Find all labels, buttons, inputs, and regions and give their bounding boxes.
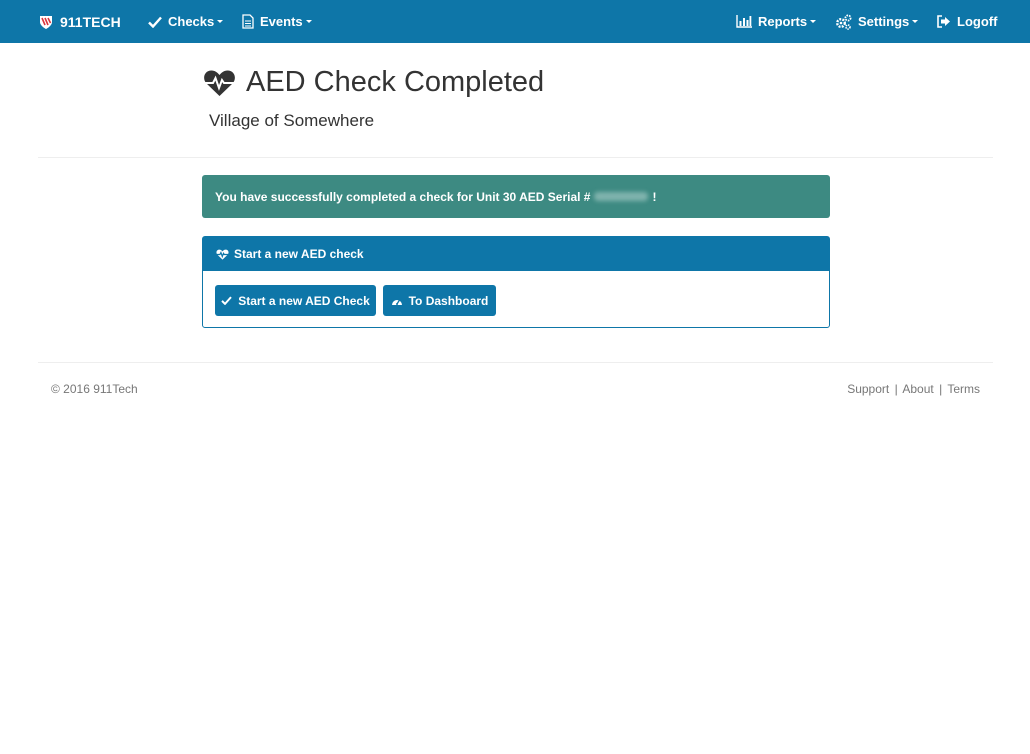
start-new-aed-check-label: Start a new AED Check (238, 293, 370, 308)
footer-separator: | (894, 382, 898, 396)
shield-flag-icon (40, 15, 52, 29)
check-icon (221, 296, 232, 305)
chevron-down-icon (912, 20, 919, 23)
to-dashboard-button[interactable]: To Dashboard (383, 285, 496, 316)
panel-heading-text: Start a new AED check (234, 247, 364, 261)
organization-name: Village of Somewhere (209, 111, 375, 130)
nav-logoff-label: Logoff (957, 14, 998, 29)
nav-reports-label: Reports (758, 14, 808, 29)
new-check-panel: Start a new AED check Start a new AED Ch… (202, 236, 830, 328)
logoff-icon (937, 15, 950, 28)
footer-divider (38, 362, 993, 363)
brand-link[interactable]: 911TECH (38, 0, 121, 43)
footer-separator: | (939, 382, 943, 396)
nav-checks-label: Checks (168, 14, 215, 29)
gears-icon (836, 14, 852, 30)
nav-settings-dropdown[interactable]: Settings (835, 0, 919, 43)
serial-number-redacted (594, 192, 649, 201)
nav-events-dropdown[interactable]: Events (242, 0, 312, 43)
footer-terms-link[interactable]: Terms (947, 382, 980, 396)
chevron-down-icon (217, 20, 224, 23)
footer-about-link[interactable]: About (902, 382, 933, 396)
heartbeat-icon (204, 70, 235, 96)
chevron-down-icon (305, 20, 312, 23)
document-icon (242, 14, 254, 29)
nav-checks-dropdown[interactable]: Checks (148, 0, 224, 43)
to-dashboard-label: To Dashboard (408, 293, 489, 308)
nav-logoff-link[interactable]: Logoff (936, 0, 997, 43)
nav-events-label: Events (260, 14, 303, 29)
start-new-aed-check-button[interactable]: Start a new AED Check (215, 285, 376, 316)
chevron-down-icon (810, 20, 817, 23)
page-title-text: AED Check Completed (246, 66, 545, 98)
dashboard-icon (391, 299, 402, 305)
page-title: AED Check Completed (203, 66, 544, 99)
alert-message: You have successfully completed a check … (215, 189, 591, 204)
bar-chart-icon (736, 15, 752, 28)
footer-support-link[interactable]: Support (847, 382, 889, 396)
divider (38, 157, 993, 158)
success-alert: You have successfully completed a check … (202, 175, 830, 218)
nav-reports-dropdown[interactable]: Reports (736, 0, 817, 43)
brand-name: 911TECH (60, 13, 121, 30)
top-navbar: 911TECH Checks Events Reports Settings L… (0, 0, 1030, 43)
check-icon (148, 16, 162, 28)
footer-copyright: © 2016 911Tech (51, 382, 138, 396)
footer-links: Support | About | Terms (847, 382, 980, 396)
heartbeat-icon (216, 249, 229, 260)
alert-message-end: ! (652, 189, 657, 204)
nav-settings-label: Settings (858, 14, 910, 29)
panel-heading: Start a new AED check (203, 237, 829, 271)
